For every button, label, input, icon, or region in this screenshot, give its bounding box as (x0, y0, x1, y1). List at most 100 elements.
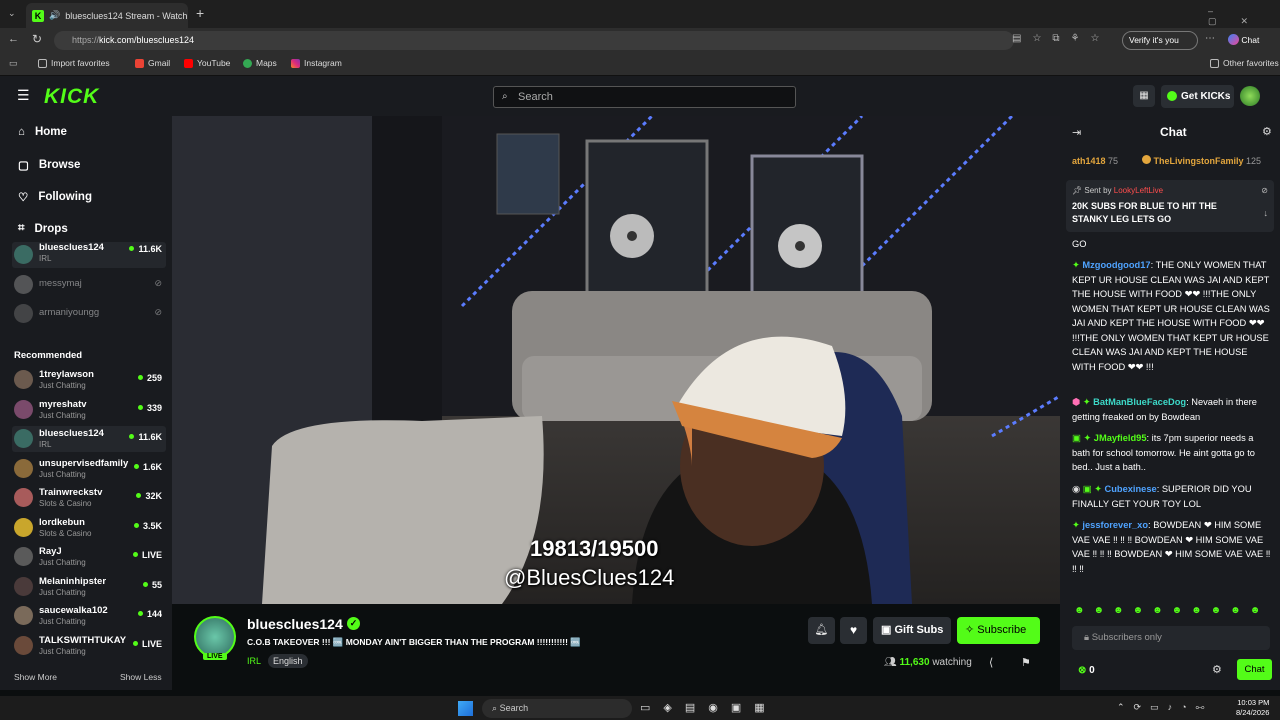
following-channel[interactable]: messymaj ⊘ (12, 272, 166, 298)
streamer-avatar[interactable] (194, 616, 236, 658)
bookmark-import[interactable]: Import favorites (38, 58, 110, 68)
live-badge: LIVE (203, 653, 227, 660)
viewer-count: 259 (138, 373, 162, 383)
chat-username[interactable]: JMayfield95 (1094, 433, 1147, 443)
nav-home[interactable]: ⌂ Home (18, 126, 67, 138)
pin-close-icon[interactable]: ⊘ (1261, 184, 1268, 199)
top-gifter: TheLivingstonFamily 125 (1142, 154, 1261, 169)
chat-username[interactable]: Mzgoodgood17 (1082, 260, 1150, 270)
bookmark-maps[interactable]: Maps (243, 58, 277, 68)
recommended-channel[interactable]: 1treylawson Just Chatting 259 (12, 367, 166, 393)
subscribe-button[interactable]: ✧ Subscribe (957, 617, 1040, 644)
tab-actions-icon[interactable]: ⌄ (8, 8, 16, 19)
chat-username[interactable]: jessforever_xo (1082, 520, 1148, 530)
nav-drops[interactable]: ⌗ Drops (18, 222, 68, 235)
gift-icon: ▣ (881, 624, 892, 636)
expand-pin-icon[interactable]: ↓ (1264, 206, 1269, 221)
taskbar-search[interactable]: ⌕ Search (482, 699, 632, 718)
bookmark-instagram[interactable]: Instagram (291, 58, 342, 68)
clock-date: 8/24/2026 (1236, 708, 1270, 717)
emote-strip[interactable]: ☻☻☻☻☻☻☻☻☻☻ (1074, 604, 1269, 619)
search-input[interactable]: ⌕ Search (493, 86, 796, 108)
watching-count: 11,630 (899, 657, 930, 668)
layout-icon[interactable]: ▦ (1133, 85, 1155, 107)
back-icon[interactable]: ← (8, 33, 19, 45)
show-less-button[interactable]: Show Less (120, 672, 162, 682)
follow-button[interactable]: ♥ (840, 617, 867, 644)
clock[interactable]: 10:03 PM 8/24/2026 (1236, 698, 1269, 718)
get-kicks-button[interactable]: Get KICKs (1161, 85, 1234, 108)
recommended-channel[interactable]: saucewalka102 Just Chatting 144 (12, 603, 166, 629)
viewer-count: 55 (143, 580, 162, 590)
chat-message: ◉ ▣ ✦ Cubexinese: SUPERIOR DID YOU FINAL… (1072, 484, 1252, 509)
nav-following[interactable]: ♡ Following (18, 190, 92, 204)
following-channel[interactable]: armaniyoungg ⊘ (12, 301, 166, 327)
kicks-balance[interactable]: ⊗ 0 (1078, 664, 1095, 679)
toolbar-icons[interactable]: ▤☆⧉⚘☆ (1012, 33, 1110, 44)
user-avatar[interactable] (1240, 86, 1260, 106)
recommended-channel[interactable]: RayJ Just Chatting LIVE (12, 544, 166, 570)
chat-input[interactable]: 🔒︎ Subscribers only (1072, 626, 1270, 650)
share-icon[interactable]: ⟨ (989, 656, 993, 669)
show-more-button[interactable]: Show More (14, 672, 57, 682)
start-icon[interactable] (458, 701, 473, 716)
chat-settings-icon[interactable]: ⚙ (1262, 125, 1272, 140)
bookmark-gmail[interactable]: Gmail (135, 58, 170, 68)
chat-username[interactable]: Cubexinese (1105, 484, 1157, 494)
channel-category: Slots & Casino (39, 528, 92, 538)
recommended-channel[interactable]: unsupervisedfamily Just Chatting 1.6K (12, 456, 166, 482)
more-icon[interactable]: ⋯ (1205, 33, 1215, 44)
youtube-icon (184, 58, 193, 68)
browser-tab-bar: ⌄ K 🔊 bluesclues124 Stream - Watch ✕ + –… (0, 0, 1280, 28)
search-placeholder: Search (518, 91, 553, 103)
recommended-channel[interactable]: lordkebun Slots & Casino 3.5K (12, 515, 166, 541)
recommended-channel[interactable]: Melaninhipster Just Chatting 55 (12, 574, 166, 600)
recommended-channel[interactable]: TALKSWITHTUKAY Just Chatting LIVE (12, 633, 166, 659)
bookmark-label: Gmail (148, 58, 171, 68)
language-tag[interactable]: English (268, 654, 308, 668)
recommended-channel[interactable]: myreshatv Just Chatting 339 (12, 397, 166, 423)
collapse-chat-icon[interactable]: ⇥ (1072, 126, 1081, 141)
kick-logo[interactable]: KICK (44, 85, 99, 109)
gift-subs-button[interactable]: ▣ Gift Subs (873, 617, 951, 644)
reading-list-icon[interactable]: ▭ (9, 58, 18, 69)
chat-username[interactable]: BatManBlueFaceDog (1093, 397, 1186, 407)
nav-browse[interactable]: ▢ Browse (18, 158, 80, 172)
streamer-name[interactable]: bluesclues124 (247, 616, 343, 632)
video-player[interactable]: 19813/19500 @BluesClues124 (172, 116, 1060, 604)
window-controls[interactable]: –▢✕ (1208, 6, 1280, 27)
menu-icon[interactable]: ☰ (17, 87, 30, 104)
video-frame (172, 116, 1060, 604)
other-favorites[interactable]: Other favorites (1210, 58, 1279, 68)
recommended-channel[interactable]: bluesclues124 IRL 11.6K (12, 426, 166, 452)
notification-bell-button[interactable]: 🔔︎ (808, 617, 835, 644)
viewer-count: 11.6K (129, 244, 162, 254)
avatar (14, 458, 33, 478)
chat-send-button[interactable]: Chat (1237, 659, 1272, 680)
speaker-icon[interactable]: 🔊 (49, 10, 60, 21)
channel-category: Just Chatting (39, 410, 86, 420)
gift-icon: ⌗ (18, 222, 25, 234)
category-link[interactable]: IRL (247, 656, 261, 666)
recommended-channel[interactable]: Trainwreckstv Slots & Casino 32K (12, 485, 166, 511)
browser-tab[interactable]: K 🔊 bluesclues124 Stream - Watch ✕ (26, 3, 188, 28)
new-tab-button[interactable]: + (196, 5, 204, 21)
system-tray-icons[interactable]: ⌃⟳▭♪◔⧟ (1117, 702, 1214, 713)
url-field[interactable]: https://kick.com/bluesclues124 (54, 31, 1014, 50)
following-channel[interactable]: bluesclues124 IRL 11.6K (12, 242, 166, 268)
copilot-chat-button[interactable]: Chat (1228, 34, 1259, 45)
home-icon: ⌂ (18, 126, 25, 138)
kick-favicon-icon: K (32, 9, 44, 22)
chat-gear-icon[interactable]: ⚙ (1212, 663, 1222, 678)
clock-time: 10:03 PM (1237, 698, 1270, 707)
heart-icon: ♡ (18, 192, 29, 204)
bookmark-youtube[interactable]: YouTube (184, 58, 230, 68)
pinned-message[interactable]: 📌︎ Sent by LookyLeftLive 20K SUBS FOR BL… (1066, 180, 1274, 232)
folder-icon (38, 58, 47, 68)
verify-button[interactable]: Verify it's you (1122, 31, 1198, 50)
clip-icon[interactable]: ⚑ (1021, 656, 1031, 669)
taskbar-apps[interactable]: ▭◈▤◉▣▦ (640, 701, 778, 714)
chat-title: Chat (1160, 125, 1187, 139)
search-icon: ⌕ (492, 703, 498, 713)
reload-icon[interactable]: ↻ (32, 32, 42, 46)
